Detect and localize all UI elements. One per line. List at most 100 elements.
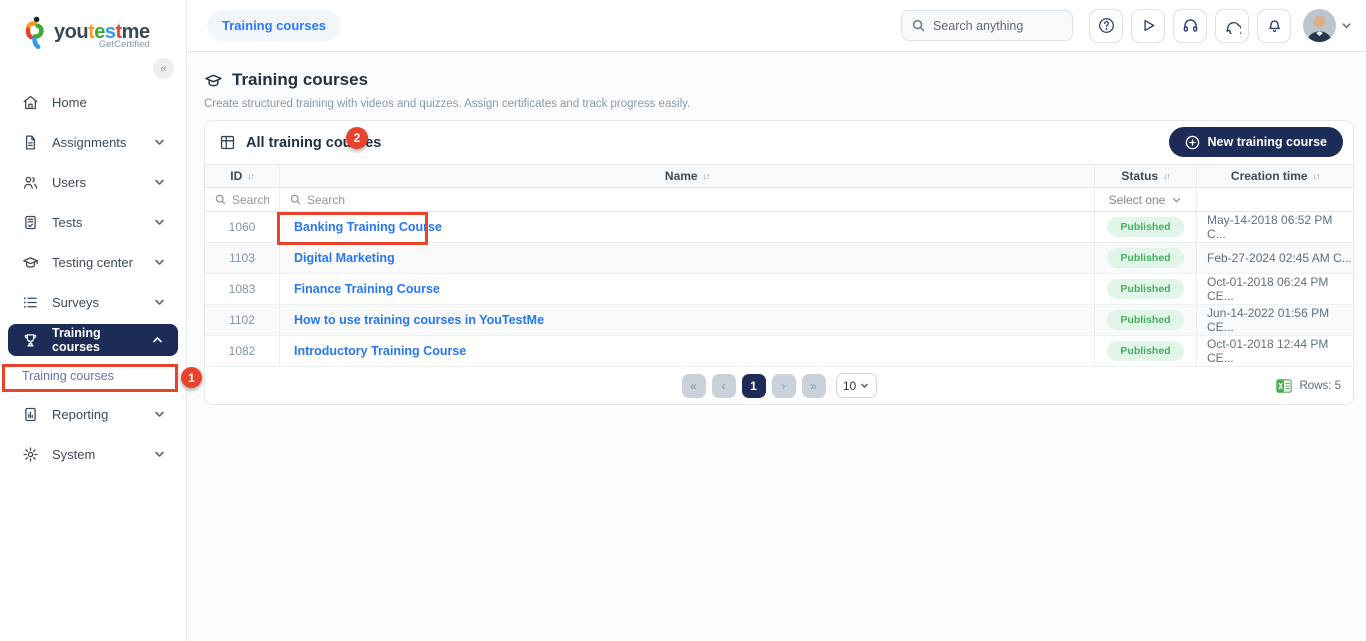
profile-menu[interactable]	[1303, 9, 1352, 42]
table-row[interactable]: 1083 Finance Training Course Published O…	[205, 274, 1353, 305]
sidebar-item-surveys[interactable]: Surveys	[0, 282, 186, 322]
tests-icon	[22, 214, 39, 231]
column-header-name[interactable]: Name↓↑	[279, 165, 1094, 187]
column-header-id[interactable]: ID↓↑	[205, 165, 279, 187]
creation-time: May-14-2018 06:52 PM C...	[1196, 212, 1353, 242]
course-name-link[interactable]: How to use training courses in YouTestMe	[294, 313, 544, 327]
rows-info: Rows: 5	[1276, 367, 1341, 404]
sidebar-item-system[interactable]: System	[0, 434, 186, 474]
course-name-link[interactable]: Introductory Training Course	[294, 344, 466, 358]
sort-icon[interactable]: ↓↑	[247, 171, 254, 181]
trophy-icon	[22, 332, 39, 349]
avatar[interactable]	[1303, 9, 1336, 42]
chevron-down-icon	[151, 448, 168, 460]
sidebar-item-training-courses[interactable]: Training courses	[8, 324, 178, 356]
chat-icon	[1224, 17, 1241, 34]
surveys-icon	[22, 294, 39, 311]
sidebar-item-assignments[interactable]: Assignments	[0, 122, 186, 162]
avatar-image	[1303, 9, 1336, 42]
youtestme-logo-icon	[22, 16, 48, 50]
chat-button[interactable]	[1215, 9, 1249, 43]
chevron-up-icon	[149, 334, 166, 346]
sidebar-item-label: Testing center	[52, 255, 138, 270]
chevron-down-icon	[151, 408, 168, 420]
name-filter-input[interactable]	[307, 193, 1084, 207]
table-row[interactable]: 1102 How to use training courses in YouT…	[205, 305, 1353, 336]
page-title: Training courses	[204, 70, 1366, 90]
rows-count-label: Rows: 5	[1299, 380, 1341, 392]
sort-icon[interactable]: ↓↑	[1163, 171, 1170, 181]
sidebar-item-label: Home	[52, 95, 168, 110]
brand-logo: youtestme GetCertified	[0, 0, 186, 60]
course-id: 1060	[205, 212, 279, 242]
collapse-icon: «	[160, 63, 166, 75]
table-footer: « ‹ 1 › » 10 Rows: 5	[205, 367, 1353, 404]
search-icon	[290, 194, 301, 205]
page-size-select[interactable]: 10	[836, 373, 877, 398]
table-header-row: ID↓↑ Name↓↑ Status↓↑ Creation time↓↑	[205, 164, 1353, 188]
table-row[interactable]: 1060 Banking Training Course Published M…	[205, 212, 1353, 243]
creation-time: Oct-01-2018 06:24 PM CE...	[1196, 274, 1353, 304]
global-search[interactable]	[901, 10, 1073, 41]
course-name-link[interactable]: Finance Training Course	[294, 282, 440, 296]
help-icon	[1098, 17, 1115, 34]
sidebar-item-testing-center[interactable]: Testing center	[0, 242, 186, 282]
status-badge: Published	[1107, 279, 1183, 299]
graduation-cap-icon	[204, 71, 223, 90]
chevron-down-icon	[151, 296, 168, 308]
sidebar-item-users[interactable]: Users	[0, 162, 186, 202]
courses-panel: All training courses New training course…	[204, 120, 1354, 405]
status-filter-value: Select one	[1109, 193, 1166, 207]
sidebar-item-tests[interactable]: Tests	[0, 202, 186, 242]
new-training-course-label: New training course	[1208, 135, 1327, 149]
sidebar-item-label: System	[52, 447, 138, 462]
course-id: 1102	[205, 305, 279, 335]
sidebar-item-label: Assignments	[52, 135, 138, 150]
pagination-next-button[interactable]: ›	[772, 374, 796, 398]
sidebar-item-home[interactable]: Home	[0, 82, 186, 122]
sidebar-collapse-button[interactable]: «	[153, 58, 174, 79]
sidebar-subitem-training-courses[interactable]: Training courses	[0, 358, 186, 394]
sort-icon[interactable]: ↓↑	[1313, 171, 1320, 181]
help-button[interactable]	[1089, 9, 1123, 43]
graduation-cap-icon	[22, 254, 39, 271]
table-filter-row: Select one	[205, 188, 1353, 212]
new-training-course-button[interactable]: New training course	[1169, 127, 1343, 157]
excel-export-icon[interactable]	[1276, 378, 1292, 394]
pagination-prev-button[interactable]: ‹	[712, 374, 736, 398]
pagination-page-1-button[interactable]: 1	[742, 374, 766, 398]
gear-icon	[22, 446, 39, 463]
assignments-icon	[22, 134, 39, 151]
name-filter[interactable]	[279, 188, 1094, 211]
pagination-first-button[interactable]: «	[682, 374, 706, 398]
panel-title: All training courses	[246, 135, 381, 151]
support-button[interactable]	[1173, 9, 1207, 43]
table-row[interactable]: 1103 Digital Marketing Published Feb-27-…	[205, 243, 1353, 274]
status-filter-select[interactable]: Select one	[1094, 188, 1196, 211]
global-search-input[interactable]	[933, 19, 1058, 33]
table-row[interactable]: 1082 Introductory Training Course Publis…	[205, 336, 1353, 367]
sidebar-item-label: Training courses	[52, 326, 136, 354]
tutorials-button[interactable]	[1131, 9, 1165, 43]
status-badge: Published	[1107, 217, 1183, 237]
page-title-text: Training courses	[232, 70, 368, 90]
sidebar-item-reporting[interactable]: Reporting	[0, 394, 186, 434]
course-name-link[interactable]: Banking Training Course	[294, 220, 442, 234]
notifications-button[interactable]	[1257, 9, 1291, 43]
chevron-down-icon	[151, 176, 168, 188]
page-size-value: 10	[843, 379, 856, 393]
reporting-icon	[22, 406, 39, 423]
creation-time: Oct-01-2018 12:44 PM CE...	[1196, 336, 1353, 366]
breadcrumb[interactable]: Training courses	[207, 10, 341, 41]
sort-icon[interactable]: ↓↑	[703, 171, 710, 181]
id-filter-input[interactable]	[232, 193, 269, 207]
course-id: 1082	[205, 336, 279, 366]
course-name-link[interactable]: Digital Marketing	[294, 251, 395, 265]
pagination-last-button[interactable]: »	[802, 374, 826, 398]
creation-time: Jun-14-2022 01:56 PM CE...	[1196, 305, 1353, 335]
page-subtitle: Create structured training with videos a…	[204, 98, 1366, 110]
id-filter[interactable]	[205, 188, 279, 211]
column-header-status[interactable]: Status↓↑	[1094, 165, 1196, 187]
creation-time-filter[interactable]	[1196, 188, 1353, 211]
column-header-creation-time[interactable]: Creation time↓↑	[1196, 165, 1353, 187]
